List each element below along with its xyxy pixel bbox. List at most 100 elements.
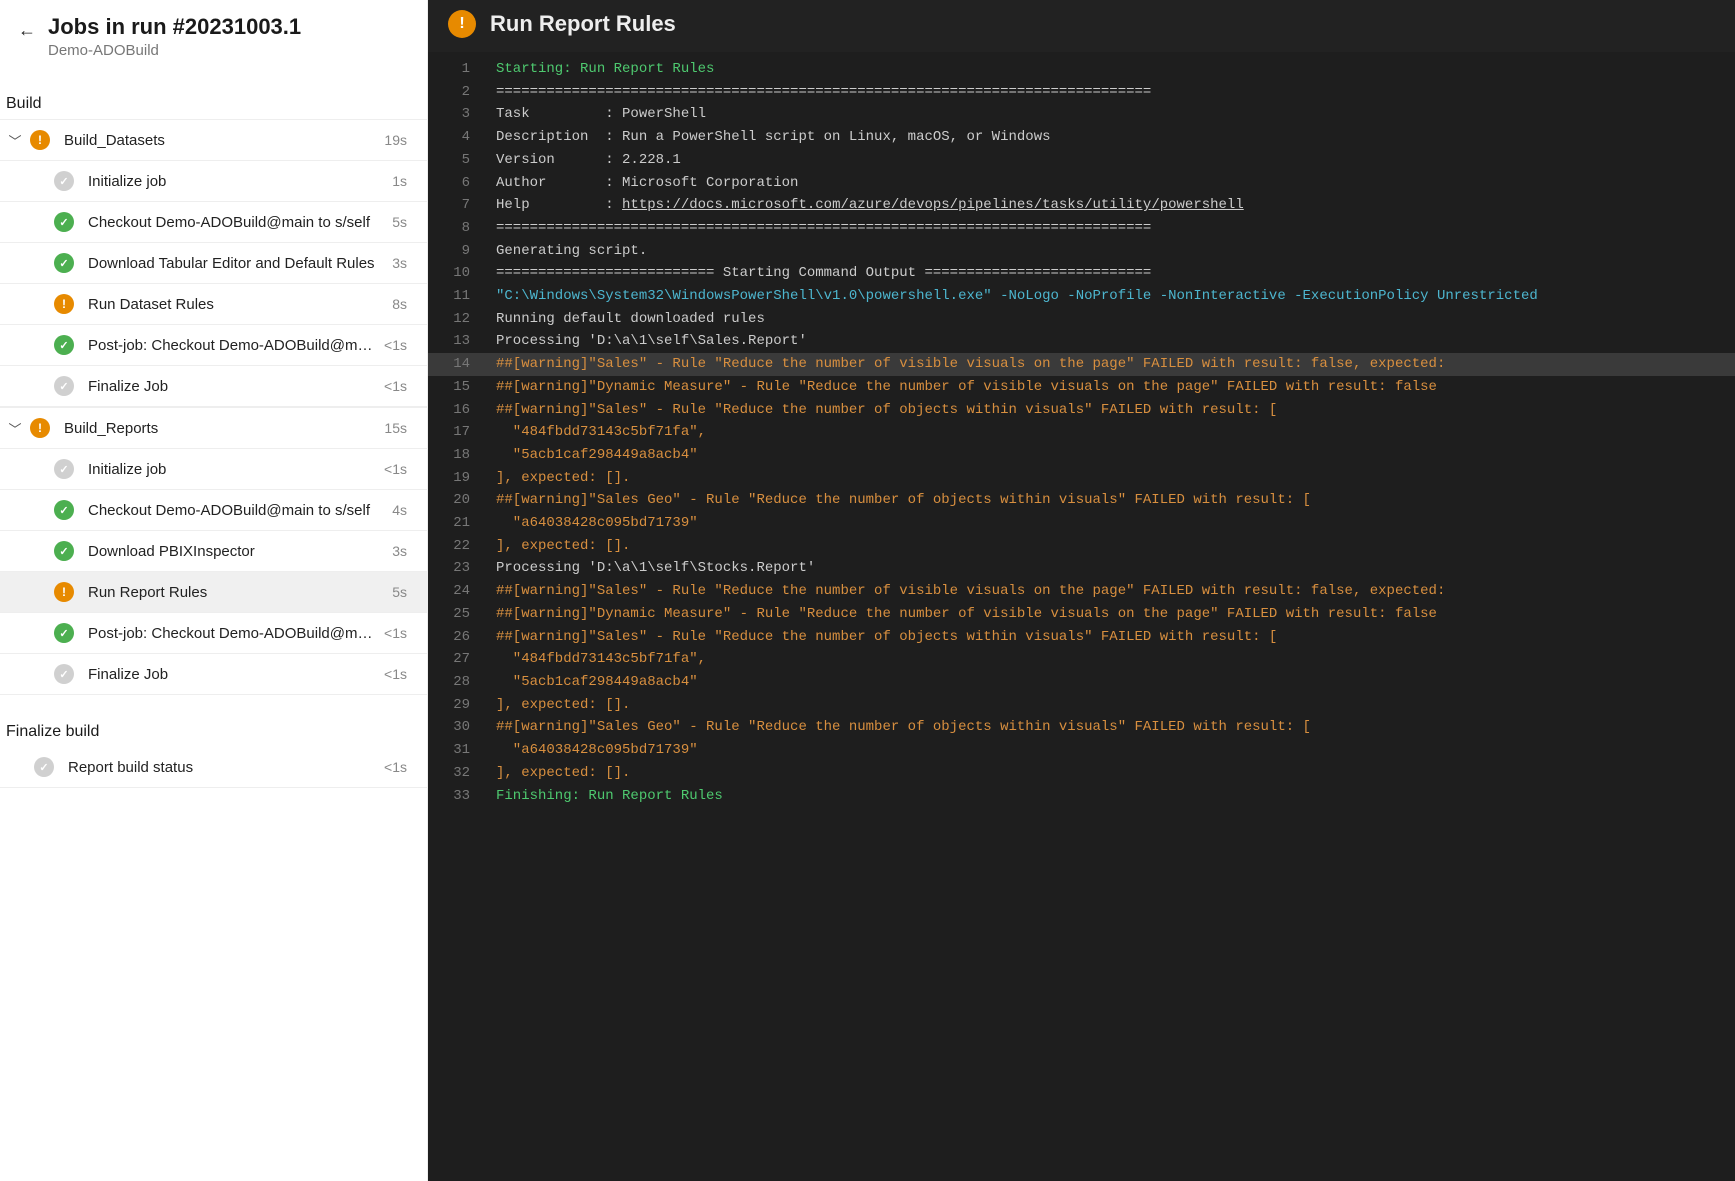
stage-row[interactable]: ﹀Build_Datasets19s bbox=[0, 120, 427, 161]
line-number: 8 bbox=[428, 217, 484, 240]
line-text: ========================== Starting Comm… bbox=[484, 262, 1151, 285]
line-text: Running default downloaded rules bbox=[484, 308, 765, 331]
line-number: 30 bbox=[428, 716, 484, 739]
line-text: Description : Run a PowerShell script on… bbox=[484, 126, 1051, 149]
step-duration: 4s bbox=[392, 502, 407, 518]
stages-container: ﹀Build_Datasets19sInitialize job1sChecko… bbox=[0, 119, 427, 695]
log-line: 13Processing 'D:\a\1\self\Sales.Report' bbox=[428, 330, 1735, 353]
line-number: 3 bbox=[428, 103, 484, 126]
log-area[interactable]: 1Starting: Run Report Rules2============… bbox=[428, 52, 1735, 1181]
section-label: Build bbox=[0, 67, 427, 119]
stage: ﹀Build_Reports15sInitialize job<1sChecko… bbox=[0, 407, 427, 695]
header-text: Jobs in run #20231003.1 Demo-ADOBuild bbox=[48, 14, 301, 59]
stage-row[interactable]: ﹀Build_Reports15s bbox=[0, 408, 427, 449]
line-text: "a64038428c095bd71739" bbox=[484, 512, 698, 535]
log-line: 14##[warning]"Sales" - Rule "Reduce the … bbox=[428, 353, 1735, 376]
line-number: 27 bbox=[428, 648, 484, 671]
help-link[interactable]: https://docs.microsoft.com/azure/devops/… bbox=[622, 197, 1244, 213]
back-arrow-icon[interactable]: ← bbox=[18, 14, 36, 41]
line-text: ##[warning]"Sales" - Rule "Reduce the nu… bbox=[484, 580, 1445, 603]
line-number: 24 bbox=[428, 580, 484, 603]
log-line: 4Description : Run a PowerShell script o… bbox=[428, 126, 1735, 149]
skipped-icon bbox=[34, 757, 54, 777]
main-header: Run Report Rules bbox=[428, 0, 1735, 52]
log-line: 25##[warning]"Dynamic Measure" - Rule "R… bbox=[428, 603, 1735, 626]
line-number: 10 bbox=[428, 262, 484, 285]
warning-icon bbox=[54, 582, 74, 602]
sidebar-header: ← Jobs in run #20231003.1 Demo-ADOBuild bbox=[0, 0, 427, 67]
success-icon bbox=[54, 623, 74, 643]
step-row[interactable]: Initialize job<1s bbox=[0, 449, 427, 490]
step-row[interactable]: Checkout Demo-ADOBuild@main to s/self5s bbox=[0, 202, 427, 243]
step-duration: <1s bbox=[384, 337, 407, 353]
line-text: ##[warning]"Sales" - Rule "Reduce the nu… bbox=[484, 353, 1445, 376]
warning-icon bbox=[54, 294, 74, 314]
line-number: 1 bbox=[428, 58, 484, 81]
finalize-container: Report build status<1s bbox=[0, 747, 427, 788]
line-number: 15 bbox=[428, 376, 484, 399]
line-text: "484fbdd73143c5bf71fa", bbox=[484, 648, 706, 671]
log-line: 27 "484fbdd73143c5bf71fa", bbox=[428, 648, 1735, 671]
log-line: 5Version : 2.228.1 bbox=[428, 149, 1735, 172]
step-row[interactable]: Checkout Demo-ADOBuild@main to s/self4s bbox=[0, 490, 427, 531]
line-number: 25 bbox=[428, 603, 484, 626]
step-row[interactable]: Post-job: Checkout Demo-ADOBuild@main<1s bbox=[0, 613, 427, 654]
step-row[interactable]: Report build status<1s bbox=[0, 747, 427, 788]
step-row[interactable]: Download PBIXInspector3s bbox=[0, 531, 427, 572]
log-line: 8=======================================… bbox=[428, 217, 1735, 240]
success-icon bbox=[54, 212, 74, 232]
step-duration: <1s bbox=[384, 625, 407, 641]
step-row[interactable]: Download Tabular Editor and Default Rule… bbox=[0, 243, 427, 284]
success-icon bbox=[54, 335, 74, 355]
line-number: 28 bbox=[428, 671, 484, 694]
line-number: 12 bbox=[428, 308, 484, 331]
line-number: 17 bbox=[428, 421, 484, 444]
step-label: Initialize job bbox=[88, 173, 392, 190]
step-duration: <1s bbox=[384, 461, 407, 477]
log-line: 9Generating script. bbox=[428, 240, 1735, 263]
line-number: 33 bbox=[428, 785, 484, 808]
log-line: 16##[warning]"Sales" - Rule "Reduce the … bbox=[428, 399, 1735, 422]
log-line: 17 "484fbdd73143c5bf71fa", bbox=[428, 421, 1735, 444]
line-text: Processing 'D:\a\1\self\Stocks.Report' bbox=[484, 557, 815, 580]
step-row[interactable]: Finalize Job<1s bbox=[0, 654, 427, 695]
step-duration: <1s bbox=[384, 666, 407, 682]
log-line: 12Running default downloaded rules bbox=[428, 308, 1735, 331]
step-row[interactable]: Run Dataset Rules8s bbox=[0, 284, 427, 325]
skipped-icon bbox=[54, 376, 74, 396]
line-text: Task : PowerShell bbox=[484, 103, 706, 126]
line-text: ========================================… bbox=[484, 81, 1151, 104]
step-duration: 3s bbox=[392, 255, 407, 271]
line-text: ##[warning]"Sales Geo" - Rule "Reduce th… bbox=[484, 716, 1311, 739]
chevron-down-icon: ﹀ bbox=[6, 131, 24, 150]
log-line: 19], expected: []. bbox=[428, 467, 1735, 490]
line-number: 23 bbox=[428, 557, 484, 580]
step-row[interactable]: Run Report Rules5s bbox=[0, 572, 427, 613]
log-line: 24##[warning]"Sales" - Rule "Reduce the … bbox=[428, 580, 1735, 603]
line-text: Processing 'D:\a\1\self\Sales.Report' bbox=[484, 330, 807, 353]
step-duration: 5s bbox=[392, 584, 407, 600]
log-line: 20##[warning]"Sales Geo" - Rule "Reduce … bbox=[428, 489, 1735, 512]
line-text: "5acb1caf298449a8acb4" bbox=[484, 671, 698, 694]
step-duration: <1s bbox=[384, 759, 407, 775]
line-text: "484fbdd73143c5bf71fa", bbox=[484, 421, 706, 444]
line-text: ], expected: []. bbox=[484, 694, 630, 717]
step-label: Download Tabular Editor and Default Rule… bbox=[88, 255, 392, 272]
warning-icon bbox=[30, 130, 50, 150]
main-panel: Run Report Rules 1Starting: Run Report R… bbox=[428, 0, 1735, 1181]
warning-icon bbox=[30, 418, 50, 438]
step-duration: 1s bbox=[392, 173, 407, 189]
line-text: ##[warning]"Sales" - Rule "Reduce the nu… bbox=[484, 399, 1277, 422]
step-row[interactable]: Initialize job1s bbox=[0, 161, 427, 202]
step-label: Run Dataset Rules bbox=[88, 296, 392, 313]
step-row[interactable]: Finalize Job<1s bbox=[0, 366, 427, 407]
line-text: ##[warning]"Dynamic Measure" - Rule "Red… bbox=[484, 603, 1437, 626]
step-label: Post-job: Checkout Demo-ADOBuild@main bbox=[88, 337, 384, 354]
line-number: 26 bbox=[428, 626, 484, 649]
log-line: 10========================== Starting Co… bbox=[428, 262, 1735, 285]
step-duration: 5s bbox=[392, 214, 407, 230]
line-text: Version : 2.228.1 bbox=[484, 149, 681, 172]
log-line: 31 "a64038428c095bd71739" bbox=[428, 739, 1735, 762]
step-row[interactable]: Post-job: Checkout Demo-ADOBuild@main<1s bbox=[0, 325, 427, 366]
step-label: Finalize Job bbox=[88, 666, 384, 683]
